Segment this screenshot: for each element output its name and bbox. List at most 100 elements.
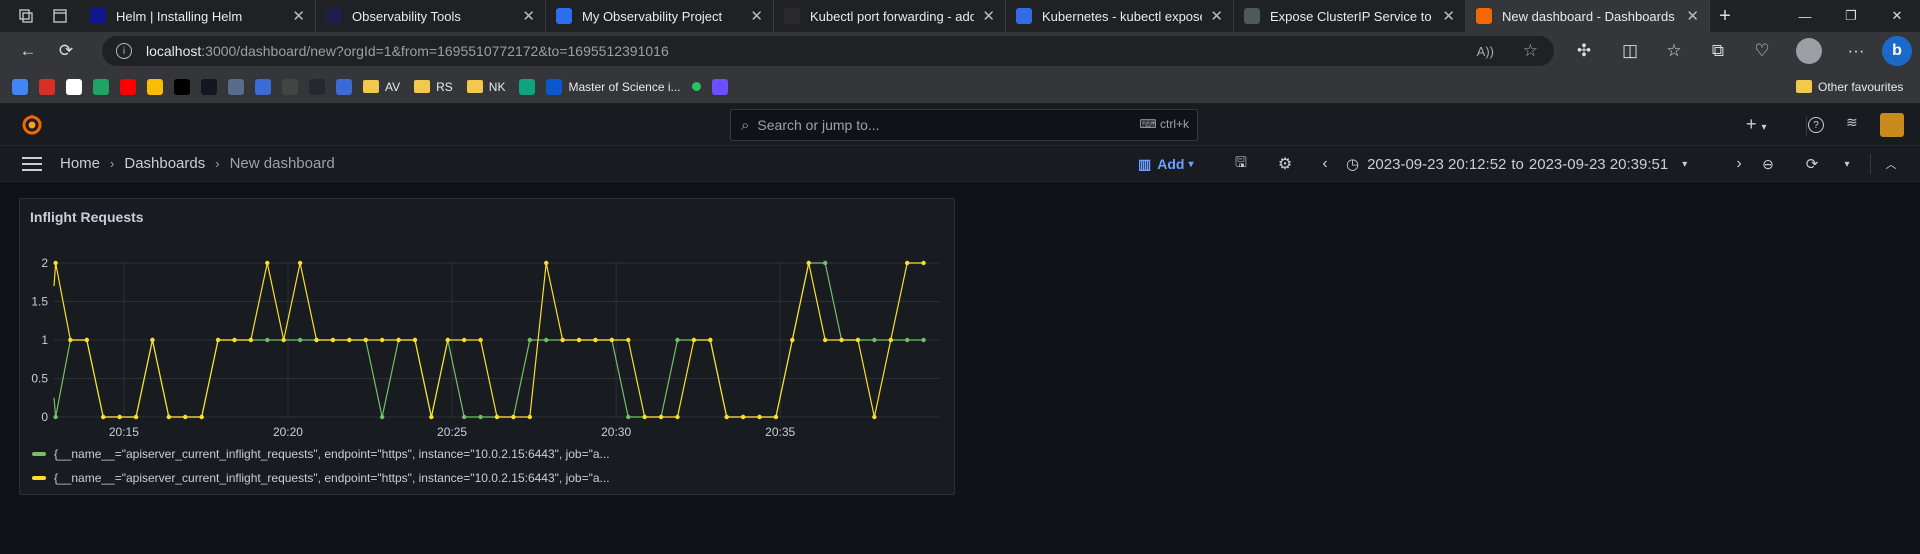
tab-actions-icon[interactable] — [40, 0, 80, 32]
link-icon — [255, 78, 271, 95]
news-icon[interactable]: ≋ — [1846, 114, 1858, 131]
close-tab-icon[interactable]: ✕ — [982, 7, 995, 25]
bookmark-item[interactable]: Master of Science i... — [546, 75, 681, 99]
close-tab-icon[interactable]: ✕ — [1210, 7, 1223, 25]
bookmark-item[interactable] — [147, 75, 163, 99]
browser-tab[interactable]: Observability Tools ✕ — [316, 0, 546, 32]
time-shift-forward-icon[interactable]: › — [1732, 146, 1746, 182]
timeseries-chart[interactable]: 0 0.5 1 1.5 2 20:15 20:20 20:25 20:30 20:35 — [20, 235, 956, 465]
bookmark-item[interactable] — [93, 75, 109, 99]
data-point — [265, 260, 270, 266]
read-aloud-icon[interactable]: A)) — [1477, 44, 1494, 59]
profile-avatar[interactable] — [1796, 38, 1822, 64]
help-icon[interactable]: ? — [1808, 117, 1824, 133]
keyboard-icon: ⌨ — [1139, 117, 1160, 131]
google-icon — [66, 78, 82, 95]
other-favourites[interactable]: Other favourites — [1796, 75, 1903, 99]
data-point — [494, 414, 500, 420]
bookmark-item[interactable]: RS — [414, 75, 453, 99]
browser-tab[interactable]: Kubectl port forwarding - addr ✕ — [774, 0, 1006, 32]
bookmark-item[interactable] — [39, 75, 55, 99]
browser-tab[interactable]: Kubernetes - kubectl expose ✕ — [1006, 0, 1234, 32]
grafana-logo-icon[interactable] — [20, 113, 44, 142]
close-tab-icon[interactable]: ✕ — [1686, 7, 1699, 25]
collapse-chevron-up-icon[interactable]: ︿ — [1884, 146, 1898, 182]
data-point — [68, 337, 73, 343]
bookmark-item[interactable] — [120, 75, 136, 99]
grafana-top-nav: ⌕ Search or jump to... ⌨ ctrl+k + ▾ ? ≋ — [0, 104, 1920, 146]
refresh-icon[interactable]: ⟳ — [48, 36, 84, 66]
refresh-interval-chevron-icon[interactable]: ▾ — [1840, 146, 1854, 182]
refresh-dashboard-icon[interactable]: ⟳ — [1804, 146, 1820, 182]
more-icon[interactable]: ··· — [1838, 36, 1874, 66]
user-avatar[interactable] — [1880, 113, 1904, 137]
favorite-star-icon[interactable]: ☆ — [1523, 41, 1538, 61]
bookmark-item[interactable]: AV — [363, 75, 400, 99]
close-tab-icon[interactable]: ✕ — [1442, 7, 1455, 25]
legend-item[interactable]: {__name__="apiserver_current_inflight_re… — [32, 471, 610, 485]
bookmark-item[interactable] — [691, 75, 701, 99]
browser-tab[interactable]: Helm | Installing Helm ✕ — [80, 0, 316, 32]
close-tab-icon[interactable]: ✕ — [292, 7, 305, 25]
settings-gear-icon[interactable]: ⚙ — [1276, 146, 1294, 182]
workspaces-icon[interactable] — [12, 0, 40, 32]
toolbar-divider — [1870, 154, 1871, 174]
time-picker[interactable]: ◷ 2023-09-23 20:12:52 to 2023-09-23 20:3… — [1346, 146, 1687, 182]
browser-essentials-icon[interactable]: ♡ — [1744, 36, 1780, 66]
bookmark-item[interactable] — [282, 75, 298, 99]
site-info-icon[interactable]: i — [116, 43, 132, 59]
add-button[interactable]: ▥ Add ▾ — [1138, 146, 1193, 182]
new-plus-icon[interactable]: + ▾ — [1746, 114, 1767, 135]
favorites-icon[interactable]: ☆ — [1656, 36, 1692, 66]
save-icon[interactable]: 🖫 — [1232, 146, 1250, 182]
close-window-icon[interactable]: ✕ — [1874, 0, 1920, 32]
back-icon[interactable]: ← — [10, 36, 46, 66]
data-point — [773, 414, 779, 420]
bookmark-item[interactable] — [255, 75, 271, 99]
site-icon — [228, 78, 244, 95]
breadcrumb-dashboards[interactable]: Dashboards — [124, 155, 205, 172]
timeseries-panel[interactable]: Inflight Requests 0 0.5 1 1.5 2 20:15 20:20 20:… — [19, 198, 955, 495]
data-point — [872, 337, 877, 343]
tab-title: New dashboard - Dashboards — [1502, 8, 1675, 24]
bookmark-item[interactable] — [12, 75, 28, 99]
search-bar[interactable]: ⌕ Search or jump to... ⌨ ctrl+k — [730, 109, 1198, 141]
legend-label: {__name__="apiserver_current_inflight_re… — [54, 447, 610, 461]
data-point — [53, 260, 58, 266]
github-icon — [309, 78, 325, 95]
bookmark-item[interactable] — [309, 75, 325, 99]
minimize-icon[interactable]: — — [1782, 0, 1828, 32]
restore-icon[interactable]: ❐ — [1828, 0, 1874, 32]
close-tab-icon[interactable]: ✕ — [750, 7, 763, 25]
bookmark-item[interactable] — [336, 75, 352, 99]
bookmark-item[interactable] — [174, 75, 190, 99]
grafana-icon — [1476, 8, 1492, 24]
data-point — [839, 337, 844, 343]
bing-copilot-icon[interactable]: b — [1882, 36, 1912, 66]
browser-tab[interactable]: New dashboard - Dashboards ✕ — [1466, 0, 1710, 32]
bookmark-item[interactable] — [201, 75, 217, 99]
address-bar[interactable]: i localhost:3000/dashboard/new?orgId=1&f… — [102, 36, 1554, 66]
extensions-icon[interactable]: ✣ — [1566, 36, 1602, 66]
new-tab-button[interactable]: + — [1710, 5, 1740, 28]
time-shift-back-icon[interactable]: ‹ — [1318, 146, 1332, 182]
bookmark-item[interactable]: NK — [466, 75, 505, 99]
browser-tab[interactable]: My Observability Project ✕ — [546, 0, 774, 32]
data-point — [527, 414, 533, 420]
collections-icon[interactable]: ⧉ — [1700, 36, 1736, 66]
chevron-down-icon: ▾ — [1188, 158, 1194, 170]
bookmark-item[interactable] — [66, 75, 82, 99]
add-panel-icon: ▥ — [1138, 155, 1152, 172]
bookmark-label: RS — [436, 79, 453, 94]
browser-tab[interactable]: Expose ClusterIP Service to Inte ✕ — [1234, 0, 1466, 32]
zoom-out-icon[interactable]: ⊖ — [1760, 146, 1776, 182]
bookmark-item[interactable] — [228, 75, 244, 99]
split-screen-icon[interactable]: ◫ — [1612, 36, 1648, 66]
add-label: Add — [1157, 156, 1185, 172]
close-tab-icon[interactable]: ✕ — [522, 7, 535, 25]
menu-icon[interactable] — [22, 157, 42, 176]
bookmark-item[interactable] — [519, 75, 536, 99]
legend-item[interactable]: {__name__="apiserver_current_inflight_re… — [32, 447, 610, 461]
breadcrumb-home[interactable]: Home — [60, 155, 100, 172]
bookmark-item[interactable] — [711, 75, 728, 99]
